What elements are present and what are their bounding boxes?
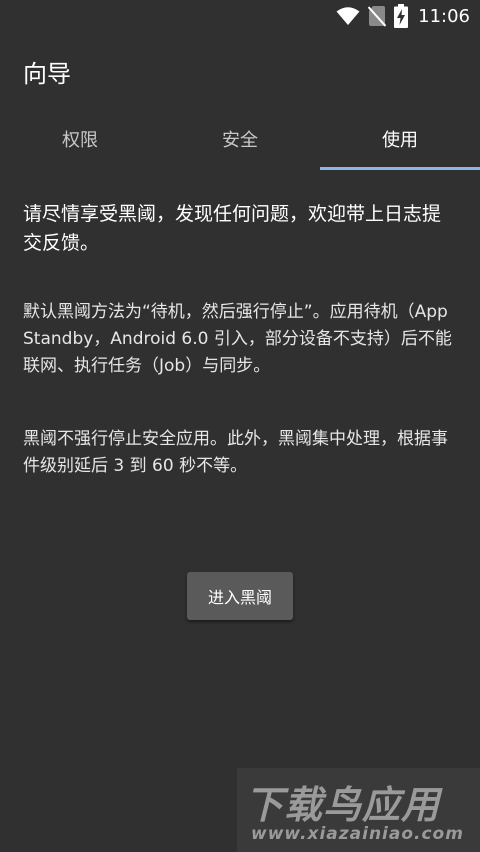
status-time: 11:06: [418, 5, 470, 27]
intro-text: 请尽情享受黑阈，发现任何问题，欢迎带上日志提交反馈。: [23, 203, 442, 254]
tab-usage[interactable]: 使用: [320, 108, 480, 170]
app-bar: 向导: [0, 32, 480, 108]
watermark-logo: 下载鸟应用 www.xiazainiao.com: [237, 768, 480, 852]
safety-paragraph: 黑阈不强行停止安全应用。此外，黑阈集中处理，根据事件级别延后 3 到 60 秒不…: [23, 429, 448, 476]
tab-permissions[interactable]: 权限: [0, 108, 160, 170]
method-paragraph: 默认黑阈方法为“待机，然后强行停止”。应用待机（App Standby，Andr…: [23, 302, 452, 376]
status-icons: 11:06: [336, 4, 470, 28]
no-sim-icon: [368, 6, 387, 27]
usage-content: 请尽情享受黑阈，发现任何问题，欢迎带上日志提交反馈。 默认黑阈方法为“待机，然后…: [23, 200, 459, 476]
battery-charging-icon: [394, 4, 409, 28]
wifi-icon: [336, 7, 360, 25]
page-title: 向导: [23, 60, 71, 88]
tab-bar: 权限 安全 使用: [0, 108, 480, 170]
status-bar: 11:06: [0, 0, 480, 32]
enter-button[interactable]: 进入黑阈: [187, 572, 293, 620]
watermark-title: 下载鸟应用: [245, 783, 441, 827]
tab-security[interactable]: 安全: [160, 108, 320, 170]
watermark-url: www.xiazainiao.com: [251, 824, 464, 844]
